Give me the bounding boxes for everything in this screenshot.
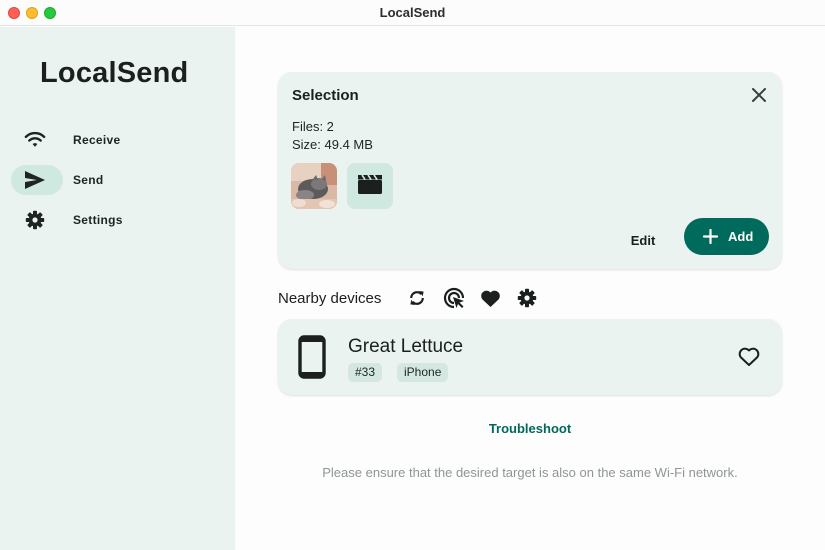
heart-icon[interactable] (479, 287, 501, 309)
device-name: Great Lettuce (348, 336, 464, 357)
send-icon (24, 170, 46, 190)
wifi-icon (24, 130, 46, 150)
gear-icon[interactable] (516, 287, 538, 309)
app-brand: LocalSend (40, 57, 189, 89)
edit-button[interactable]: Edit (618, 227, 668, 255)
close-icon[interactable] (746, 82, 772, 108)
selection-card: Selection Files: 2 Size: 49.4 MB Edit Ad… (278, 72, 782, 269)
sidebar-item-send[interactable]: Send (10, 165, 225, 195)
sidebar-item-label: Settings (73, 213, 123, 227)
selection-file-count: Files: 2 (292, 119, 334, 134)
sidebar-item-label: Receive (73, 133, 121, 147)
title-bar: LocalSend (0, 0, 825, 26)
troubleshoot-link[interactable]: Troubleshoot (278, 421, 782, 436)
plus-icon (702, 228, 719, 245)
scan-target-icon[interactable] (443, 287, 465, 309)
selection-title: Selection (292, 87, 359, 104)
add-button-label: Add (728, 229, 754, 244)
sidebar: LocalSend Receive Send Settings (0, 27, 235, 550)
smartphone-icon (298, 335, 326, 379)
sidebar-item-settings[interactable]: Settings (10, 205, 225, 235)
favorite-outline-icon[interactable] (737, 345, 761, 369)
window-title: LocalSend (379, 5, 446, 20)
refresh-icon[interactable] (406, 287, 428, 309)
gear-icon (24, 210, 46, 230)
sidebar-item-label: Send (73, 173, 104, 187)
device-card[interactable]: Great Lettuce #33 iPhone (278, 319, 782, 395)
cat-photo-thumbnail[interactable] (291, 163, 337, 209)
device-id-tag: #33 (348, 363, 383, 382)
add-button[interactable]: Add (684, 218, 769, 255)
nearby-devices-label: Nearby devices (278, 290, 382, 307)
device-type-tag: iPhone (397, 363, 449, 382)
sidebar-item-receive[interactable]: Receive (10, 125, 225, 155)
clapperboard-icon (357, 173, 383, 200)
video-thumbnail[interactable] (347, 163, 393, 209)
app-window: LocalSend LocalSend Receive Send Setting… (0, 0, 825, 550)
selection-size: Size: 49.4 MB (292, 137, 373, 152)
network-hint-text: Please ensure that the desired target is… (322, 465, 738, 480)
